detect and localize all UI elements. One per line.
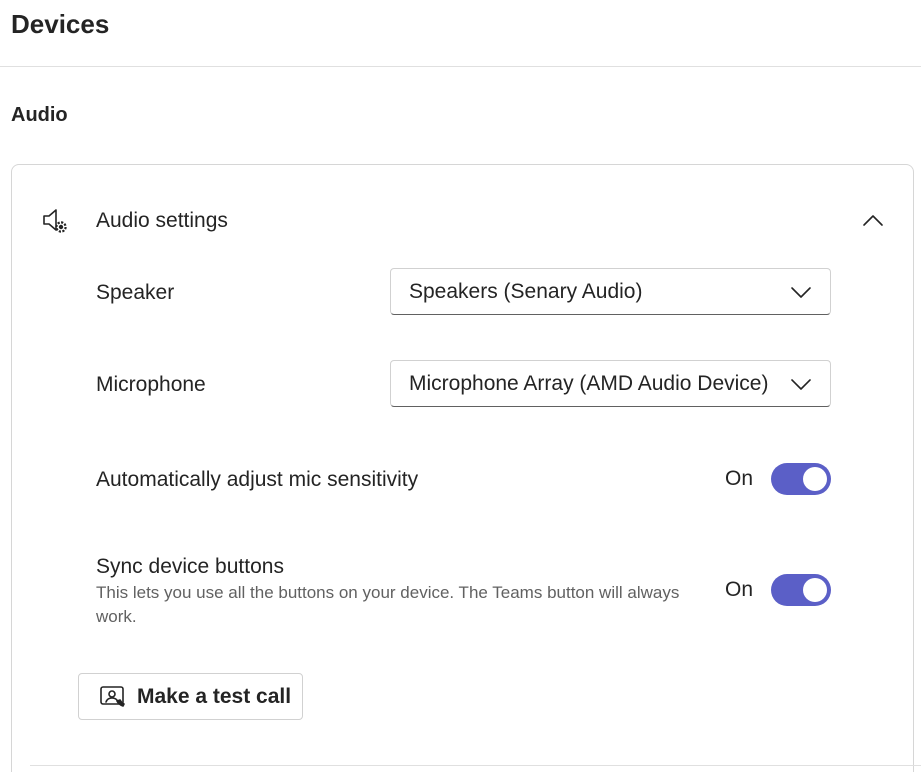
auto-adjust-toggle[interactable] (771, 463, 831, 495)
devices-settings-page: Devices Audio Audio settings Speaker Spe… (0, 0, 921, 772)
make-test-call-button[interactable]: Make a test call (78, 673, 303, 720)
speaker-dropdown[interactable]: Speakers (Senary Audio) (390, 268, 831, 315)
page-title: Devices (11, 9, 110, 39)
sync-buttons-toggle[interactable] (771, 574, 831, 606)
chevron-down-icon (790, 283, 812, 301)
auto-adjust-toggle-group: On (725, 463, 833, 495)
toggle-knob (803, 578, 827, 602)
sync-buttons-state-text: On (725, 578, 754, 601)
sync-buttons-label: Sync device buttons (96, 555, 284, 578)
sync-buttons-description: This lets you use all the buttons on you… (96, 583, 680, 626)
microphone-dropdown[interactable]: Microphone Array (AMD Audio Device) (390, 360, 831, 407)
chevron-up-icon[interactable] (857, 205, 889, 235)
make-test-call-label: Make a test call (137, 684, 292, 708)
microphone-label: Microphone (96, 373, 206, 396)
audio-settings-header[interactable]: Audio settings (12, 165, 913, 275)
auto-adjust-label: Automatically adjust mic sensitivity (96, 468, 419, 491)
auto-adjust-state-text: On (725, 467, 754, 490)
section-title-audio: Audio (11, 104, 68, 126)
speaker-settings-icon (41, 207, 69, 235)
speaker-selected-value: Speakers (Senary Audio) (409, 280, 643, 303)
audio-settings-card: Audio settings Speaker Speakers (Senary … (11, 164, 921, 772)
audio-settings-label: Audio settings (96, 209, 228, 232)
microphone-selected-value: Microphone Array (AMD Audio Device) (409, 372, 769, 395)
title-divider (0, 66, 921, 67)
chevron-down-icon (790, 375, 812, 393)
test-call-icon (99, 684, 127, 710)
sync-buttons-toggle-group: On (725, 574, 833, 606)
toggle-knob (803, 467, 827, 491)
card-divider (30, 765, 921, 766)
speaker-label: Speaker (96, 281, 175, 304)
